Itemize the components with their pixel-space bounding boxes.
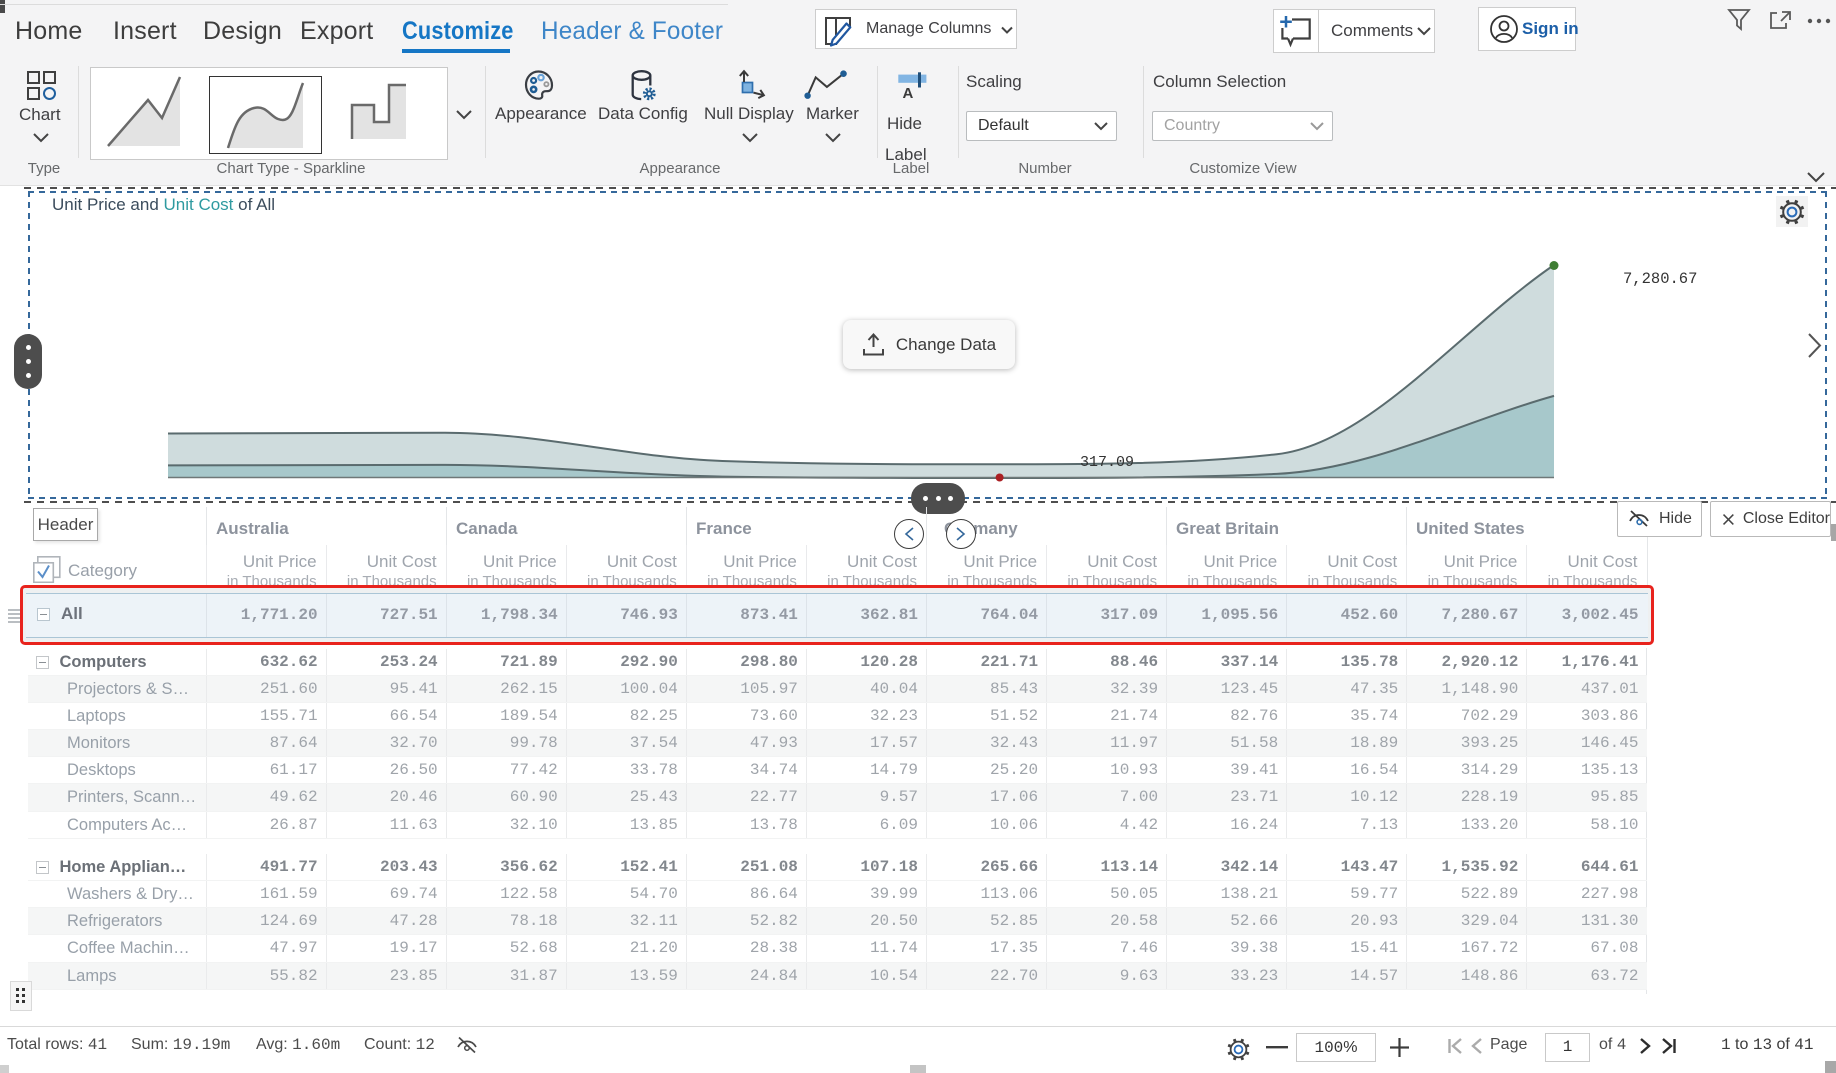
svg-text:A: A	[903, 85, 914, 102]
